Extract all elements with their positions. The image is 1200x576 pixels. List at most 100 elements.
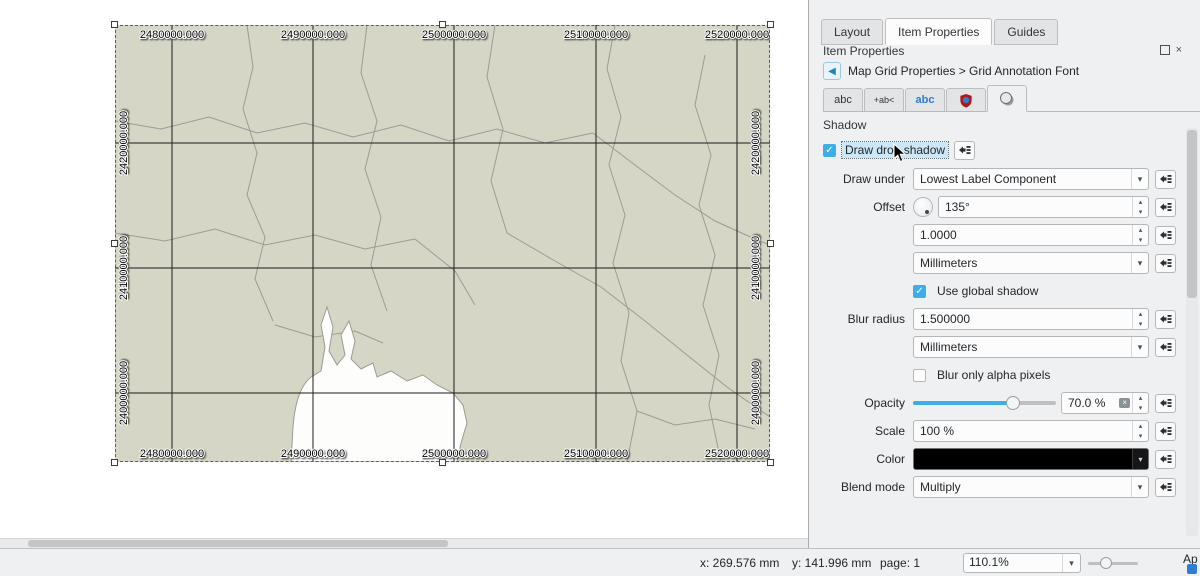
dial-marker [925, 210, 929, 214]
draw-drop-shadow-label[interactable]: Draw drop shadow [842, 142, 948, 158]
zoom-combobox[interactable]: 110.1% ▾ [963, 553, 1081, 573]
data-defined-override-icon [1160, 342, 1172, 352]
grid-annotation: 2520000.000 [705, 448, 769, 460]
data-defined-override-button[interactable] [1155, 310, 1176, 329]
section-title: Shadow [823, 118, 1176, 132]
scale-spinbox[interactable]: 100 % ▴▾ [913, 420, 1149, 442]
spin-down-icon[interactable]: ▾ [1133, 403, 1148, 413]
close-panel-icon[interactable]: × [1176, 46, 1182, 54]
selection-handle[interactable] [767, 240, 774, 247]
offset-angle-value[interactable]: 135° [939, 200, 1132, 214]
tab-layout[interactable]: Layout [821, 19, 883, 45]
spin-down-icon[interactable]: ▾ [1133, 319, 1148, 329]
back-button[interactable]: ◀ [823, 62, 841, 80]
chevron-down-icon[interactable]: ▾ [1131, 253, 1148, 273]
tab-shadow[interactable] [987, 85, 1027, 112]
data-defined-override-icon [1160, 454, 1172, 464]
chevron-down-icon[interactable]: ▾ [1062, 554, 1080, 572]
blur-radius-value[interactable]: 1.500000 [914, 312, 1132, 326]
item-properties-panel: Layout Item Properties Guides Item Prope… [808, 0, 1200, 548]
tab-formatting[interactable]: +ab< [864, 88, 904, 111]
selection-handle[interactable] [767, 459, 774, 466]
data-defined-override-button[interactable] [1155, 254, 1176, 273]
offset-distance-spinbox[interactable]: 1.0000 ▴▾ [913, 224, 1149, 246]
zoom-value[interactable]: 110.1% [964, 554, 1062, 572]
data-defined-override-button[interactable] [1155, 450, 1176, 469]
data-defined-override-button[interactable] [1155, 478, 1176, 497]
spin-down-icon[interactable]: ▾ [1133, 207, 1148, 217]
map-item[interactable]: 2480000.000 2490000.000 2500000.000 2510… [115, 25, 770, 462]
data-defined-override-button[interactable] [1155, 198, 1176, 217]
spin-down-icon[interactable]: ▾ [1133, 431, 1148, 441]
grid-annotation: 2400000.000 [750, 361, 762, 425]
offset-units-combobox[interactable]: Millimeters ▾ [913, 252, 1149, 274]
grid-annotation: 2500000.000 [422, 29, 486, 41]
spin-up-icon[interactable]: ▴ [1133, 309, 1148, 319]
offset-distance-value[interactable]: 1.0000 [914, 228, 1132, 242]
opacity-value[interactable]: 70.0 % [1062, 396, 1119, 410]
blur-units-combobox[interactable]: Millimeters ▾ [913, 336, 1149, 358]
data-defined-override-button[interactable] [1155, 422, 1176, 441]
tab-guides[interactable]: Guides [994, 19, 1058, 45]
blur-radius-label: Blur radius [823, 312, 913, 326]
tab-mask[interactable] [946, 88, 986, 111]
slider-handle[interactable] [1100, 557, 1112, 569]
data-defined-override-button[interactable] [954, 141, 975, 160]
draw-drop-shadow-checkbox[interactable]: ✓ [823, 144, 836, 157]
blur-alpha-row: Blur only alpha pixels [823, 364, 1176, 386]
layout-canvas[interactable]: 2480000.000 2490000.000 2500000.000 2510… [0, 0, 808, 538]
spin-up-icon[interactable]: ▴ [1133, 197, 1148, 207]
blur-radius-spinbox[interactable]: 1.500000 ▴▾ [913, 308, 1149, 330]
blend-mode-combobox[interactable]: Multiply ▾ [913, 476, 1149, 498]
chevron-down-icon[interactable]: ▾ [1132, 449, 1148, 469]
opacity-slider[interactable] [913, 392, 1056, 414]
data-defined-override-button[interactable] [1155, 338, 1176, 357]
scale-value[interactable]: 100 % [914, 424, 1132, 438]
blur-alpha-label[interactable]: Blur only alpha pixels [937, 368, 1050, 382]
offset-angle-dial[interactable] [913, 197, 933, 217]
scale-label: Scale [823, 424, 913, 438]
chevron-down-icon[interactable]: ▾ [1131, 169, 1148, 189]
spin-up-icon[interactable]: ▴ [1133, 421, 1148, 431]
data-defined-override-icon [1160, 258, 1172, 268]
shadow-color-button[interactable]: ▾ [913, 448, 1149, 470]
data-defined-override-button[interactable] [1155, 170, 1176, 189]
text-format-icon: abc [834, 94, 852, 106]
slider-handle[interactable] [1006, 396, 1020, 410]
qgis-layout-window: 2480000.000 2490000.000 2500000.000 2510… [0, 0, 1200, 576]
data-defined-override-button[interactable] [1155, 394, 1176, 413]
opacity-spinbox[interactable]: 70.0 % × ▴▾ [1061, 392, 1149, 414]
data-defined-override-icon [1160, 426, 1172, 436]
blur-units-row: Millimeters ▾ [823, 336, 1176, 358]
tab-text-format[interactable]: abc [823, 88, 863, 111]
use-global-shadow-checkbox[interactable]: ✓ [913, 285, 926, 298]
offset-angle-spinbox[interactable]: 135° ▴▾ [938, 196, 1149, 218]
spin-up-icon[interactable]: ▴ [1133, 393, 1148, 403]
spin-down-icon[interactable]: ▾ [1133, 235, 1148, 245]
float-panel-icon[interactable] [1160, 45, 1170, 55]
selection-handle[interactable] [767, 21, 774, 28]
chevron-down-icon[interactable]: ▾ [1131, 477, 1148, 497]
tab-buffer[interactable]: abc [905, 88, 945, 111]
offset-distance-row: 1.0000 ▴▾ [823, 224, 1176, 246]
tab-item-properties[interactable]: Item Properties [885, 18, 992, 45]
selection-handle[interactable] [439, 459, 446, 466]
blur-alpha-checkbox[interactable] [913, 369, 926, 382]
chevron-down-icon[interactable]: ▾ [1131, 337, 1148, 357]
draw-under-combobox[interactable]: Lowest Label Component ▾ [913, 168, 1149, 190]
selection-handle[interactable] [111, 21, 118, 28]
panel-scrollbar-thumb[interactable] [1187, 130, 1197, 298]
horizontal-scrollbar[interactable] [0, 538, 808, 548]
horizontal-scrollbar-thumb[interactable] [28, 540, 448, 547]
selection-handle[interactable] [111, 459, 118, 466]
opacity-label: Opacity [823, 396, 913, 410]
selection-handle[interactable] [439, 21, 446, 28]
zoom-slider[interactable] [1088, 556, 1138, 570]
selection-handle[interactable] [111, 240, 118, 247]
draw-under-label: Draw under [823, 172, 913, 186]
use-global-shadow-label[interactable]: Use global shadow [937, 284, 1038, 298]
spin-up-icon[interactable]: ▴ [1133, 225, 1148, 235]
clear-value-icon[interactable]: × [1119, 398, 1130, 408]
data-defined-override-button[interactable] [1155, 226, 1176, 245]
panel-scrollbar[interactable] [1186, 128, 1198, 536]
